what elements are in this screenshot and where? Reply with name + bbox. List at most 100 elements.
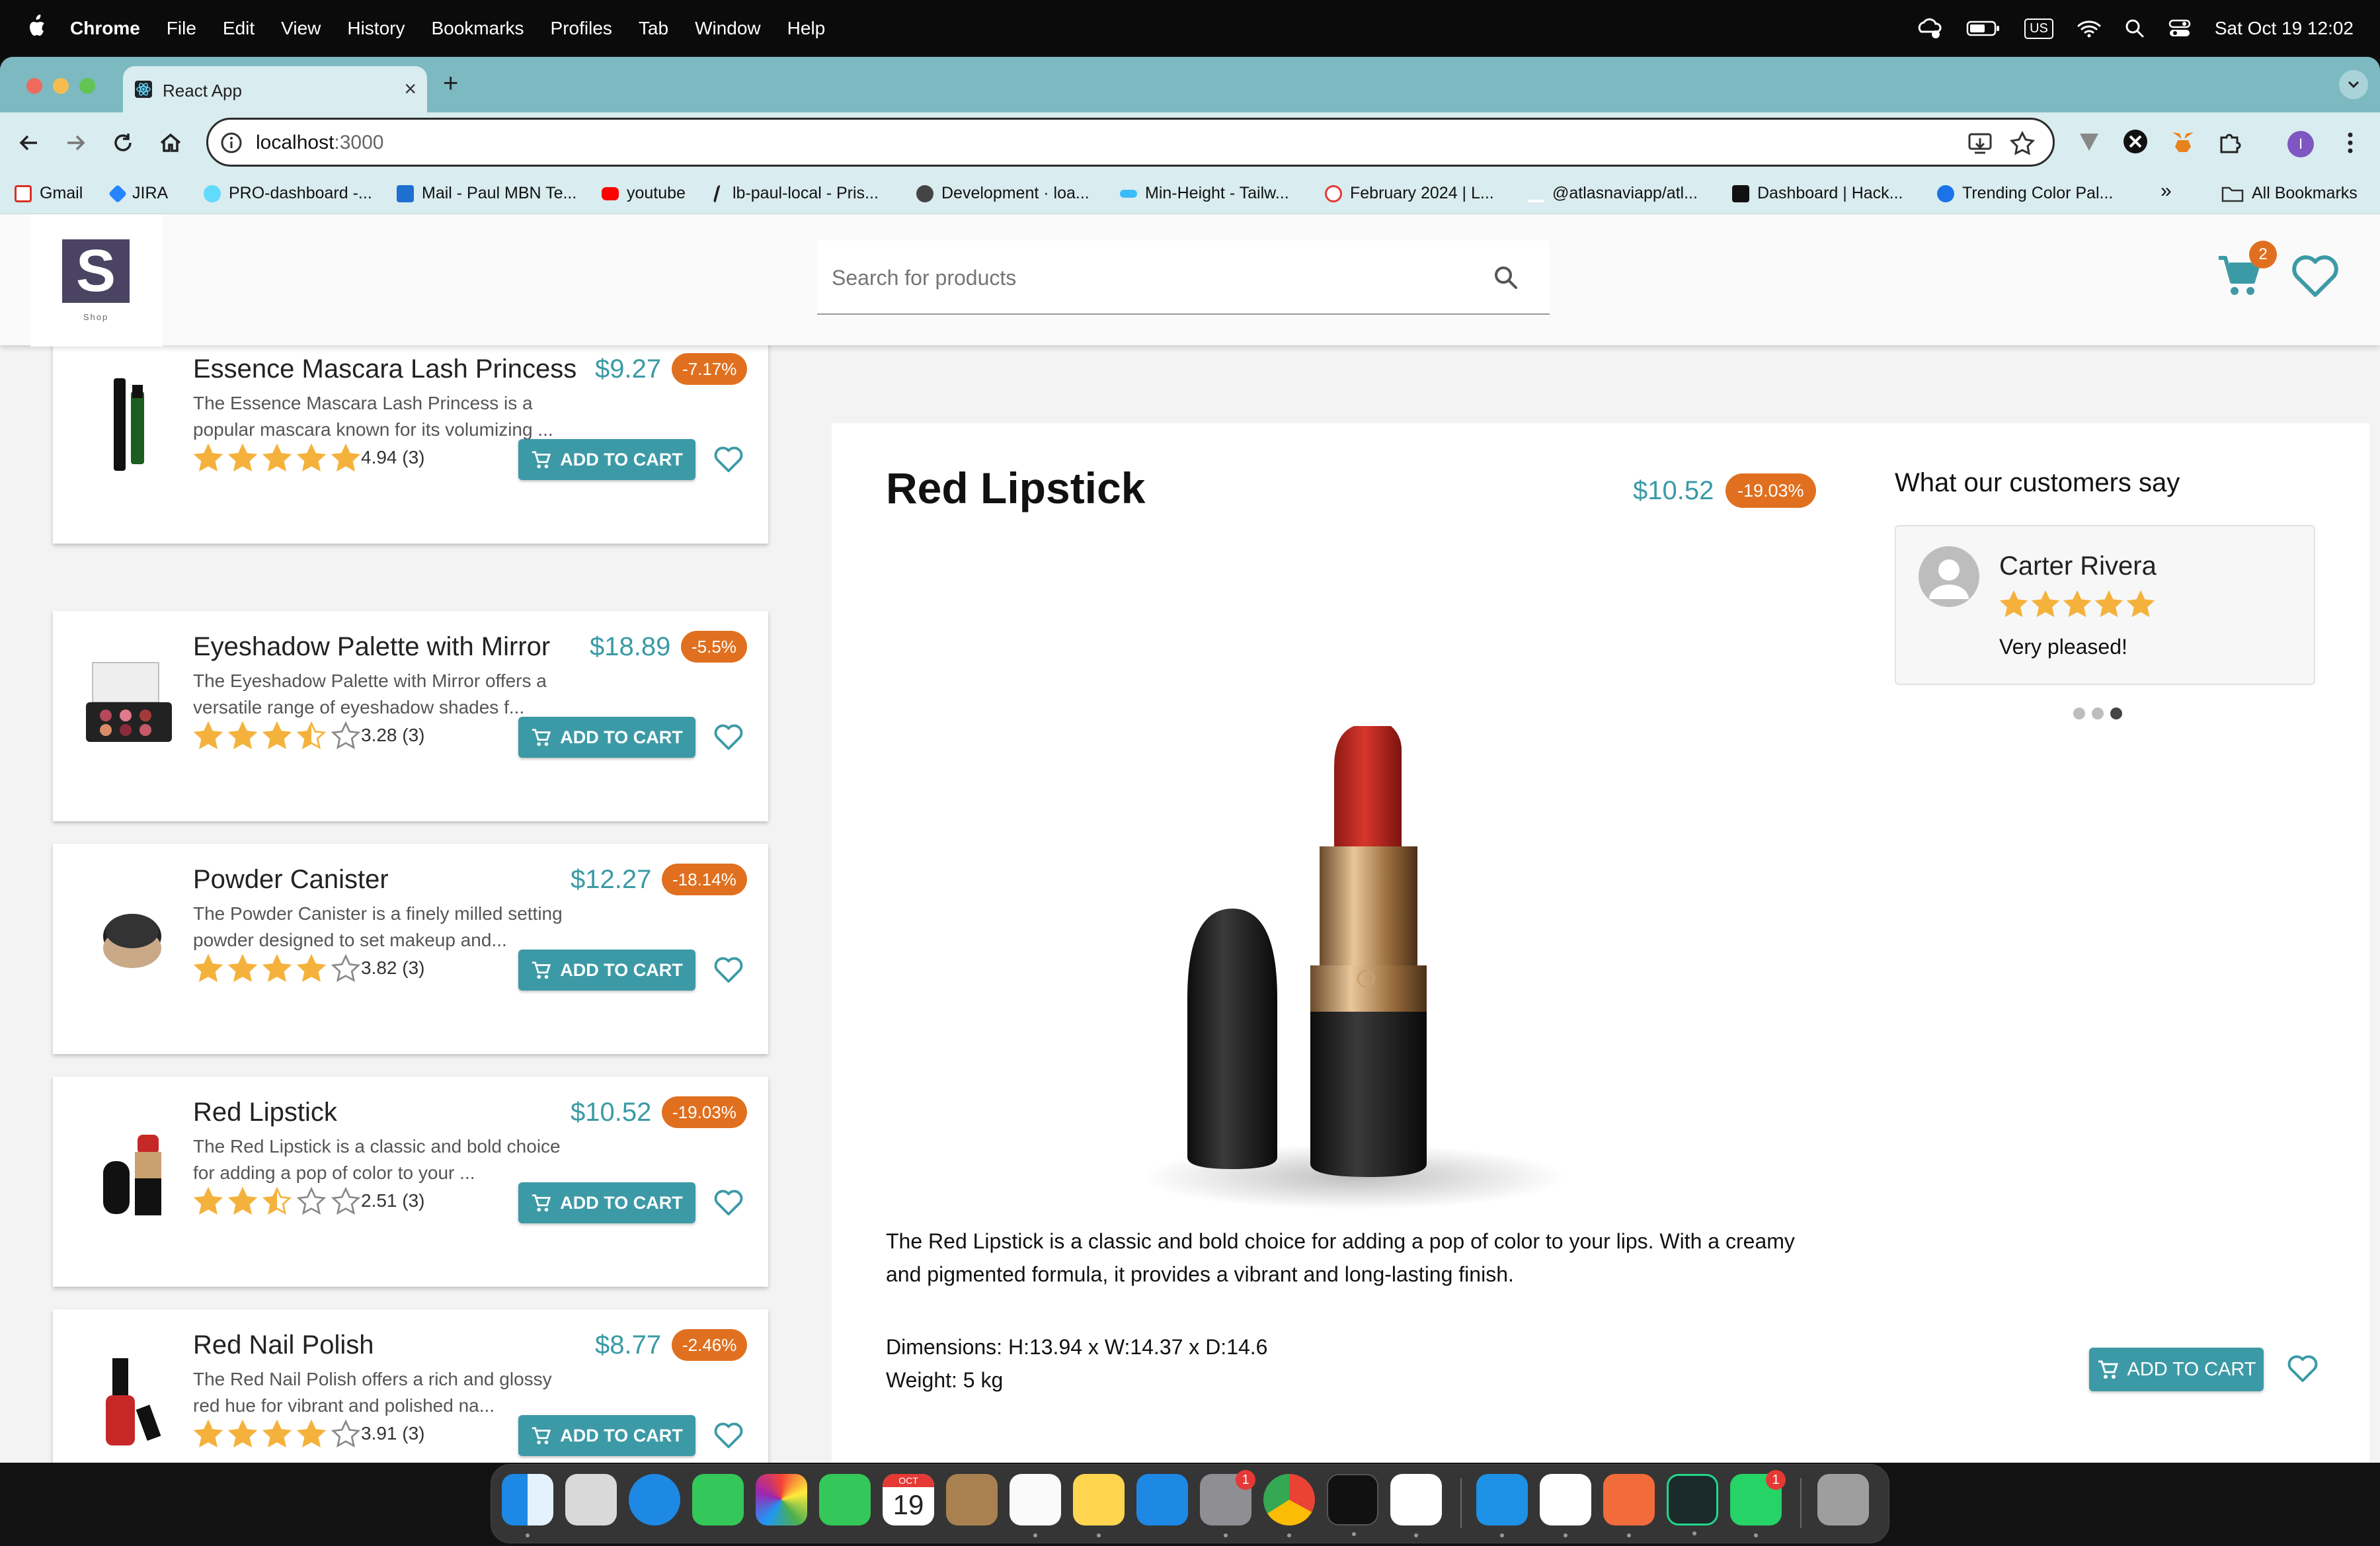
url-text[interactable]: localhost:3000: [256, 132, 383, 154]
product-card[interactable]: Eyeshadow Palette with Mirror $18.89 -5.…: [53, 611, 768, 821]
add-to-cart-button[interactable]: ADD TO CART: [518, 439, 695, 480]
search-input[interactable]: [832, 258, 1466, 298]
spotlight-search-icon[interactable]: [2125, 19, 2145, 38]
bookmark-trending-color[interactable]: Trending Color Pal...: [1937, 184, 2113, 203]
extensions-puzzle-icon[interactable]: [2216, 128, 2242, 155]
chrome-icon[interactable]: [1263, 1474, 1315, 1537]
bookmark-atlasnavi[interactable]: @atlasnaviapp/atl...: [1527, 184, 1698, 203]
menu-tab[interactable]: Tab: [639, 18, 668, 39]
app-store-icon[interactable]: [1136, 1474, 1188, 1526]
bookmark-pro-dashboard[interactable]: PRO-dashboard -...: [204, 184, 372, 203]
add-to-cart-button[interactable]: ADD TO CART: [518, 1182, 695, 1223]
address-bar[interactable]: localhost:3000: [206, 118, 2055, 167]
search-icon[interactable]: [1491, 263, 1521, 292]
menu-view[interactable]: View: [281, 18, 321, 39]
wifi-icon[interactable]: [2077, 19, 2101, 38]
input-source-badge[interactable]: US: [2024, 18, 2053, 39]
tab-react-app[interactable]: React App ×: [123, 66, 427, 112]
bookmark-youtube[interactable]: youtube: [602, 184, 686, 203]
menu-edit[interactable]: Edit: [223, 18, 255, 39]
menu-bookmarks[interactable]: Bookmarks: [431, 18, 524, 39]
focus-icon[interactable]: [1916, 17, 1942, 40]
bookmarks-overflow-button[interactable]: »: [2161, 180, 2172, 202]
favorites-heart-icon[interactable]: [2291, 254, 2339, 298]
product-card[interactable]: Powder Canister $12.27 -18.14% The Powde…: [53, 844, 768, 1054]
browser-menu-icon[interactable]: [2340, 130, 2360, 156]
menu-app-name[interactable]: Chrome: [70, 18, 140, 39]
system-settings-icon[interactable]: 1: [1200, 1470, 1255, 1537]
notes-icon[interactable]: [1073, 1474, 1125, 1537]
bookmark-mail[interactable]: Mail - Paul MBN Te...: [397, 184, 576, 203]
product-card[interactable]: Essence Mascara Lash Princess $9.27 -7.1…: [53, 333, 768, 544]
product-card[interactable]: Red Nail Polish $8.77 -2.46% The Red Nai…: [53, 1309, 768, 1463]
back-arrow-icon[interactable]: [16, 130, 42, 156]
apple-icon[interactable]: [26, 15, 46, 38]
finder-icon[interactable]: [502, 1474, 553, 1537]
trash-icon[interactable]: [1817, 1474, 1869, 1526]
metamask-fox-icon[interactable]: [2170, 128, 2196, 155]
all-bookmarks-button[interactable]: All Bookmarks: [2221, 184, 2358, 203]
bookmark-gmail[interactable]: Gmail: [15, 184, 83, 203]
bookmark-tailwind[interactable]: Min-Height - Tailw...: [1120, 184, 1289, 203]
menu-history[interactable]: History: [347, 18, 405, 39]
favorite-heart-icon[interactable]: [714, 723, 743, 751]
extension-x-icon[interactable]: [2122, 128, 2149, 155]
vscode-icon[interactable]: [1540, 1474, 1591, 1537]
bookmark-february[interactable]: February 2024 | L...: [1325, 184, 1494, 203]
slack-icon[interactable]: [1390, 1474, 1442, 1537]
forward-arrow-icon[interactable]: [62, 130, 89, 156]
contacts-icon[interactable]: [946, 1474, 998, 1526]
menu-help[interactable]: Help: [787, 18, 826, 39]
site-info-icon[interactable]: [220, 132, 243, 154]
favorite-heart-icon[interactable]: [714, 1189, 743, 1217]
favorite-heart-icon[interactable]: [714, 1422, 743, 1449]
bookmark-development[interactable]: Development · loa...: [916, 184, 1090, 203]
postman-icon[interactable]: [1603, 1474, 1655, 1537]
tab-close-icon[interactable]: ×: [404, 77, 416, 101]
window-minimize-button[interactable]: [53, 78, 69, 94]
extension-vee-icon[interactable]: [2076, 128, 2102, 155]
reminders-icon[interactable]: [1010, 1474, 1061, 1537]
window-zoom-button[interactable]: [79, 78, 95, 94]
home-icon[interactable]: [157, 130, 184, 156]
logo[interactable]: S Shop: [30, 214, 163, 346]
favorite-heart-icon[interactable]: [714, 446, 743, 473]
safari-icon[interactable]: [629, 1474, 680, 1526]
window-close-button[interactable]: [26, 78, 42, 94]
docker-icon[interactable]: [1476, 1474, 1528, 1537]
whatsapp-icon[interactable]: 1: [1730, 1470, 1786, 1537]
battery-icon[interactable]: [1966, 20, 2001, 37]
bookmark-star-icon[interactable]: [2009, 130, 2036, 157]
bookmark-prisma[interactable]: lb-paul-local - Pris...: [713, 184, 879, 203]
reload-icon[interactable]: [110, 130, 136, 156]
menu-window[interactable]: Window: [695, 18, 761, 39]
photos-icon[interactable]: [756, 1474, 807, 1526]
facetime-icon[interactable]: [819, 1474, 871, 1526]
favorite-heart-icon[interactable]: [714, 956, 743, 984]
menu-file[interactable]: File: [167, 18, 196, 39]
calendar-icon[interactable]: OCT 19: [883, 1474, 934, 1526]
carousel-dot[interactable]: [2073, 708, 2085, 719]
profile-avatar[interactable]: I: [2287, 131, 2314, 157]
add-to-cart-button[interactable]: ADD TO CART: [518, 1415, 695, 1456]
carousel-dot[interactable]: [2110, 708, 2122, 719]
carousel-dot[interactable]: [2092, 708, 2104, 719]
menu-profiles[interactable]: Profiles: [551, 18, 612, 39]
menubar-clock[interactable]: Sat Oct 19 12:02: [2215, 18, 2354, 39]
control-center-icon[interactable]: [2168, 19, 2191, 38]
bookmark-hack-dashboard[interactable]: Dashboard | Hack...: [1732, 184, 1903, 203]
add-to-cart-button[interactable]: ADD TO CART: [518, 717, 695, 758]
add-to-cart-button[interactable]: ADD TO CART: [518, 950, 695, 991]
launchpad-icon[interactable]: [565, 1474, 617, 1526]
bookmark-jira[interactable]: JIRA: [108, 184, 168, 203]
tab-search-button[interactable]: [2339, 70, 2368, 99]
detail-add-to-cart-button[interactable]: ADD TO CART: [2089, 1348, 2264, 1391]
youtube-icon: [602, 186, 619, 200]
product-card[interactable]: Red Lipstick $10.52 -19.03% The Red Lips…: [53, 1077, 768, 1287]
new-tab-button[interactable]: +: [443, 69, 458, 99]
messages-icon[interactable]: [692, 1474, 744, 1526]
terminal-icon[interactable]: [1327, 1474, 1378, 1536]
datagrip-icon[interactable]: [1667, 1474, 1718, 1535]
install-app-icon[interactable]: [1967, 130, 1993, 157]
detail-favorite-heart-icon[interactable]: [2287, 1354, 2318, 1383]
